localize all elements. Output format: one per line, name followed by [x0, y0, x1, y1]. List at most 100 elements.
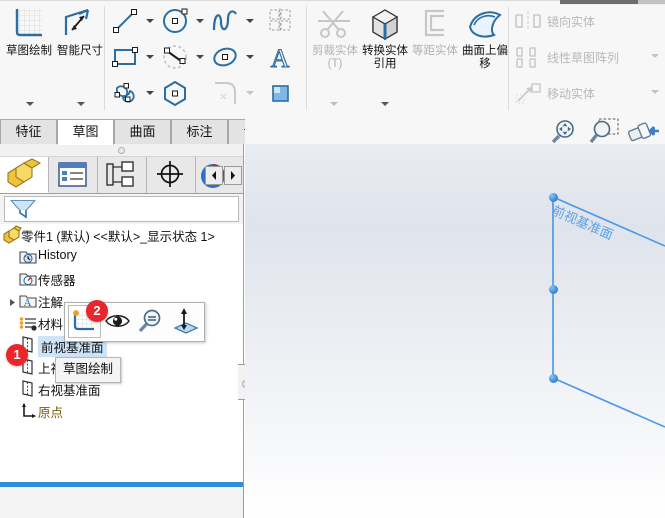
origin-icon — [18, 401, 38, 420]
mirror-entities-label: 镜向实体 — [547, 15, 596, 29]
svg-text:A: A — [271, 44, 290, 72]
annotations-expander[interactable] — [8, 296, 17, 306]
sketch-button[interactable]: 草图绘制 — [3, 5, 55, 58]
previous-view-icon[interactable] — [625, 117, 659, 147]
ellipse-icon[interactable] — [210, 42, 240, 72]
configuration-manager-tab[interactable] — [98, 157, 147, 193]
rectangle-dropdown-caret[interactable] — [146, 55, 154, 59]
surface-offset-icon — [459, 5, 511, 45]
ctx-normal-to-icon[interactable] — [170, 305, 203, 338]
rectangle-icon[interactable] — [110, 42, 140, 72]
ellipse-dropdown-caret[interactable] — [246, 55, 254, 59]
history-icon — [18, 247, 38, 266]
offset-icon — [409, 5, 461, 45]
tab-sketch[interactable]: 草图 — [57, 119, 114, 145]
dimxpert-manager-tab[interactable] — [147, 157, 196, 193]
smart-dimension-icon — [54, 5, 106, 45]
panel-tab-scroll-right[interactable] — [224, 166, 242, 185]
slot-dropdown-caret[interactable] — [146, 91, 154, 95]
convert-entities-button[interactable]: 转换实体引用 — [359, 5, 411, 70]
tree-item-history[interactable]: History — [0, 246, 243, 267]
mirror-icon — [515, 11, 541, 31]
sketch-dropdown-caret[interactable] — [26, 102, 34, 106]
smart-dimension-button-label: 智能尺寸 — [57, 45, 103, 57]
step-badge-1: 1 — [6, 344, 28, 366]
text-icon[interactable]: A — [265, 42, 295, 73]
offset-entities-button: 等距实体 — [409, 5, 461, 58]
configuration-icon — [106, 161, 134, 187]
tab-annotation[interactable]: 标注 — [171, 119, 228, 144]
tree-item-origin-label: 原点 — [38, 406, 64, 420]
tree-item-right-plane[interactable]: 右视基准面 — [0, 378, 243, 399]
trim-dropdown-caret — [330, 102, 338, 106]
panel-pin-dot[interactable] — [118, 147, 125, 154]
spline-dropdown-caret[interactable] — [246, 19, 254, 23]
tree-item-annotations-label: 注解 — [38, 296, 64, 310]
smart-dimension-dropdown-caret[interactable] — [77, 102, 85, 106]
step-badge-2: 2 — [86, 300, 108, 322]
circle-dropdown-caret[interactable] — [196, 19, 204, 23]
ribbon-group-entities: A — [105, 3, 305, 115]
tree-item-part[interactable]: 零件1 (默认) <<默认>_显示状态 1> — [0, 224, 243, 245]
move-dropdown-caret — [651, 90, 659, 94]
circle-icon[interactable] — [160, 6, 190, 36]
view-toolbar — [245, 118, 665, 144]
tree-item-part-label: 零件1 (默认) <<默认>_显示状态 1> — [21, 230, 215, 244]
plane-icon[interactable] — [265, 78, 295, 108]
tree-item-top-plane[interactable]: 上视基准面 — [0, 356, 243, 377]
move-entities-button: 移动实体 — [513, 80, 663, 106]
plane-handle-middle[interactable] — [549, 285, 558, 294]
trim-entities-button: 剪裁实体(T) — [309, 5, 361, 70]
tree-item-sensors[interactable]: 传感器 — [0, 268, 243, 289]
convert-dropdown-caret[interactable] — [381, 102, 389, 106]
scissors-icon — [309, 5, 361, 45]
linear-sketch-pattern-button: 线性草图阵列 — [513, 44, 663, 70]
spline-icon[interactable] — [210, 6, 240, 36]
panel-tab-scroll-left[interactable] — [205, 166, 223, 185]
sensor-icon — [18, 269, 38, 288]
graphics-viewport[interactable]: 前视基准面 — [245, 144, 665, 518]
tree-filter-bar[interactable] — [4, 196, 239, 222]
smart-dimension-button[interactable]: 智能尺寸 — [54, 5, 106, 58]
zoom-to-fit-icon[interactable] — [549, 117, 583, 147]
tree-item-sensors-label: 传感器 — [38, 274, 76, 288]
svg-text:A: A — [24, 297, 32, 309]
rollback-bar[interactable] — [0, 482, 243, 487]
polygon-icon[interactable] — [160, 78, 190, 108]
move-entities-label: 移动实体 — [547, 87, 596, 101]
part-icon — [2, 225, 22, 244]
line-dropdown-caret[interactable] — [146, 19, 154, 23]
plane-icon — [18, 379, 38, 398]
offset-on-surface-label: 曲面上偏移 — [462, 45, 508, 70]
mirror-entities-button: 镜向实体 — [513, 8, 663, 34]
context-toolbar — [64, 302, 205, 342]
arc-icon[interactable] — [160, 42, 190, 72]
dimxpert-icon — [157, 161, 183, 187]
sketch-tooltip: 草图绘制 — [55, 357, 122, 383]
offset-on-surface-button[interactable]: 曲面上偏移 — [459, 5, 511, 70]
sketch-pattern-icon[interactable] — [265, 6, 295, 36]
arc-dropdown-caret[interactable] — [196, 55, 204, 59]
sketch-icon — [3, 5, 55, 45]
ctx-zoom-to-selection-icon[interactable] — [136, 305, 169, 338]
sketch-button-label: 草图绘制 — [6, 45, 52, 57]
tab-features[interactable]: 特征 — [0, 119, 57, 144]
ribbon: 草图绘制 智能尺寸 A 剪裁实体(T) 转换实体引用 等距实体 曲面上偏移 镜向… — [0, 0, 665, 119]
offset-entities-label: 等距实体 — [412, 45, 458, 57]
annotations-icon: A — [18, 291, 38, 310]
slot-icon[interactable] — [110, 78, 140, 108]
panel-collapse-bar[interactable] — [0, 144, 243, 157]
property-manager-tab[interactable] — [49, 157, 98, 193]
move-icon — [515, 83, 541, 104]
zoom-to-area-icon[interactable] — [587, 117, 621, 147]
feature-tree: 零件1 (默认) <<默认>_显示状态 1> History 传感器 A 注解 … — [0, 224, 243, 484]
tab-surfaces[interactable]: 曲面 — [114, 119, 171, 144]
line-icon[interactable] — [110, 6, 140, 36]
panel-tab-strip — [0, 157, 243, 194]
feature-manager-tab[interactable] — [0, 157, 49, 193]
ribbon-group-pattern: 镜向实体 线性草图阵列 移动实体 — [510, 3, 665, 115]
tree-item-origin[interactable]: 原点 — [0, 400, 243, 421]
front-plane-geometry — [552, 196, 665, 428]
plane-handle-bottom[interactable] — [549, 374, 558, 383]
ribbon-group-edit: 剪裁实体(T) 转换实体引用 等距实体 曲面上偏移 — [307, 3, 508, 115]
